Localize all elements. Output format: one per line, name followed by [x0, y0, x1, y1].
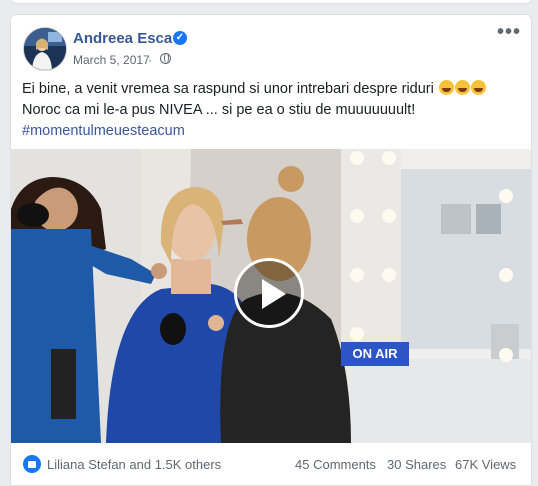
more-options-icon[interactable]: ••• — [497, 22, 521, 42]
like-reaction-icon[interactable] — [23, 455, 41, 473]
video-player[interactable]: ON AIR — [11, 149, 531, 443]
post-date[interactable]: March 5, 2017 — [73, 53, 150, 67]
date-separator: · — [148, 53, 152, 67]
laughing-emoji-icon — [438, 80, 454, 95]
laughing-emoji-icon — [454, 80, 470, 95]
play-icon[interactable] — [234, 258, 304, 328]
post-text: Ei bine, a venit vremea sa raspund si un… — [22, 79, 522, 142]
hashtag-link[interactable]: #momentulmeuesteacum — [22, 121, 522, 142]
verified-badge-icon: ✓ — [173, 31, 187, 45]
laughing-emoji-icon — [470, 80, 486, 95]
post-text-line-2: Noroc ca mi le-a pus NIVEA ... si pe ea … — [22, 102, 416, 118]
avatar[interactable] — [23, 27, 67, 71]
on-air-sign: ON AIR — [341, 342, 409, 366]
post-author[interactable]: Andreea Esca — [73, 30, 172, 47]
post-text-line-1: Ei bine, a venit vremea sa raspund si un… — [22, 79, 522, 100]
post-card: Andreea Esca ✓ March 5, 2017 · ••• Ei bi… — [10, 14, 532, 486]
post-stats: Liliana Stefan and 1.5K others 45 Commen… — [11, 453, 531, 477]
previous-post-edge — [10, 0, 532, 4]
globe-icon[interactable] — [160, 53, 171, 64]
